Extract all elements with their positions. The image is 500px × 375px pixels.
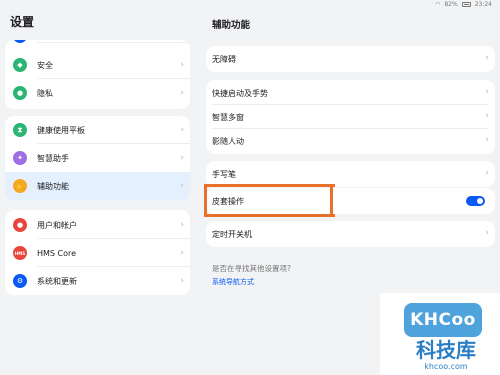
highlight-frame-full xyxy=(204,184,333,217)
option-label: 定时开关机 xyxy=(212,230,252,239)
accessibility-title: 辅助功能 xyxy=(212,20,251,31)
clock: 23:24 xyxy=(474,1,492,8)
chevron-right-icon: › xyxy=(485,111,489,121)
chevron-right-icon: › xyxy=(180,125,184,135)
battery-icon xyxy=(461,2,471,7)
sidebar-item-security[interactable]: ◆ 安全 › xyxy=(5,51,190,79)
chevron-right-icon: › xyxy=(485,228,489,238)
option-stylus[interactable]: 手写笔 › xyxy=(206,162,495,186)
left-card-system: ● 用户和帐户 › HMS HMS Core › ⚙ 系统和更新 › xyxy=(5,210,190,295)
sidebar-item-label: 隐私 xyxy=(37,88,53,98)
chevron-right-icon: › xyxy=(180,220,184,230)
settings-title: 设置 xyxy=(10,15,35,29)
status-bar: ◠ 82% 23:24 xyxy=(0,0,500,10)
battery-percent: 82% xyxy=(444,1,458,8)
sidebar-item-smart-assistant[interactable]: ✦ 智慧助手 › xyxy=(5,144,190,172)
sidebar-item-label: HMS Core xyxy=(37,248,77,258)
sidebar-item-label: 用户和帐户 xyxy=(37,220,77,230)
chevron-right-icon: › xyxy=(485,87,489,97)
right-card-gestures: 快捷启动及手势 › 智慧多窗 › 影随人动 › xyxy=(206,80,495,154)
sidebar-item-system-update[interactable]: ⚙ 系统和更新 › xyxy=(5,267,190,295)
left-card-wellbeing: ⧗ 健康使用平板 › ✦ 智慧助手 › ✋ 辅助功能 › xyxy=(5,116,190,200)
sidebar-item-digital-balance[interactable]: ⧗ 健康使用平板 › xyxy=(5,116,190,144)
option-label: 无障碍 xyxy=(212,55,236,64)
chevron-right-icon: › xyxy=(180,60,184,70)
chevron-right-icon: › xyxy=(180,248,184,258)
sidebar-item-users[interactable]: ● 用户和帐户 › xyxy=(5,211,190,239)
gear-icon: ⚙ xyxy=(13,274,27,288)
chevron-right-icon: › xyxy=(180,153,184,163)
chevron-right-icon: › xyxy=(180,276,184,286)
watermark-url: khcoo.com xyxy=(424,362,468,371)
sidebar-item-label: 系统和更新 xyxy=(37,276,77,286)
user-icon: ● xyxy=(13,218,27,232)
chevron-right-icon: › xyxy=(485,135,489,145)
privacy-icon: ● xyxy=(13,86,27,100)
partial-item-icon xyxy=(13,40,27,43)
sidebar-item-label: 安全 xyxy=(37,60,53,70)
sidebar-item-label: 辅助功能 xyxy=(37,181,69,191)
sidebar-item-label: 智慧助手 xyxy=(37,153,69,163)
option-label: 智慧多窗 xyxy=(212,113,244,122)
hourglass-icon: ⧗ xyxy=(13,123,27,137)
left-card-security: ◆ 安全 › ● 隐私 › xyxy=(5,40,190,109)
chevron-right-icon: › xyxy=(180,88,184,98)
search-hint-question: 是否在寻找其他设置项? xyxy=(212,264,291,273)
system-navigation-link[interactable]: 系统导航方式 xyxy=(212,277,254,287)
option-label: 快捷启动及手势 xyxy=(212,89,268,98)
chevron-right-icon: › xyxy=(485,53,489,63)
option-barrier-free[interactable]: 无障碍 › xyxy=(206,47,495,71)
sidebar-item-label: 健康使用平板 xyxy=(37,125,85,135)
option-follow-motion[interactable]: 影随人动 › xyxy=(206,129,495,153)
hms-icon: HMS xyxy=(13,246,27,260)
hand-icon: ✋ xyxy=(13,179,27,193)
assistant-icon: ✦ xyxy=(13,151,27,165)
sidebar-item-hms-core[interactable]: HMS HMS Core › xyxy=(5,239,190,267)
sidebar-item-privacy[interactable]: ● 隐私 › xyxy=(5,79,190,107)
sidebar-item-accessibility[interactable]: ✋ 辅助功能 › xyxy=(5,172,190,200)
option-shortcuts-gestures[interactable]: 快捷启动及手势 › xyxy=(206,81,495,105)
status-indicators: ◠ 82% 23:24 xyxy=(435,1,492,8)
partial-row[interactable] xyxy=(5,40,190,43)
right-card-schedule-power: 定时开关机 › xyxy=(206,221,495,247)
option-label: 手写笔 xyxy=(212,170,236,179)
shield-icon: ◆ xyxy=(13,58,27,72)
right-card-barrier-free: 无障碍 › xyxy=(206,46,495,72)
option-smart-multiwindow[interactable]: 智慧多窗 › xyxy=(206,105,495,129)
watermark-name: 科技库 xyxy=(416,338,476,362)
row-divider xyxy=(37,42,190,43)
option-label: 影随人动 xyxy=(212,137,244,146)
watermark-logo: KHCoo xyxy=(404,303,482,337)
cover-operation-toggle[interactable] xyxy=(466,196,485,206)
wifi-icon: ◠ xyxy=(435,1,441,8)
chevron-right-icon: › xyxy=(180,181,184,191)
chevron-right-icon: › xyxy=(485,168,489,178)
option-scheduled-power[interactable]: 定时开关机 › xyxy=(206,222,495,246)
